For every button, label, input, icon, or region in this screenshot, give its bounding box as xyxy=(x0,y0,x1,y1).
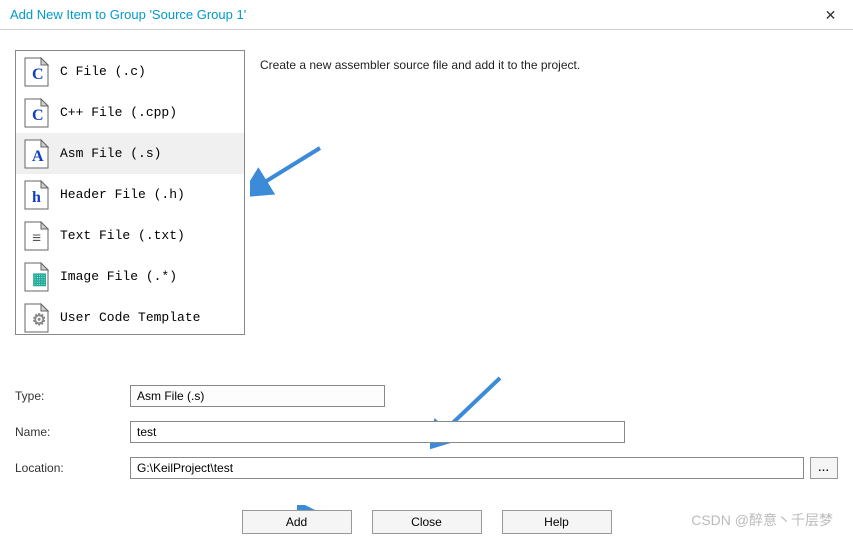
file-type-item[interactable]: C C++ File (.cpp) xyxy=(16,92,244,133)
file-type-label: Text File (.txt) xyxy=(60,228,185,243)
file-type-item[interactable]: ≡ Text File (.txt) xyxy=(16,215,244,256)
c-file-icon: C xyxy=(22,56,50,88)
name-input[interactable] xyxy=(130,421,625,443)
file-type-item[interactable]: C C File (.c) xyxy=(16,51,244,92)
svg-text:⚙: ⚙ xyxy=(32,312,46,329)
svg-text:C: C xyxy=(32,107,44,124)
file-type-label: Header File (.h) xyxy=(60,187,185,202)
svg-text:C: C xyxy=(32,66,44,83)
file-type-item[interactable]: A Asm File (.s) xyxy=(16,133,244,174)
file-type-label: C File (.c) xyxy=(60,64,146,79)
file-type-label: Asm File (.s) xyxy=(60,146,161,161)
file-type-item[interactable]: h Header File (.h) xyxy=(16,174,244,215)
annotation-arrow xyxy=(250,140,330,200)
add-button[interactable]: Add xyxy=(242,510,352,534)
asm-file-icon: A xyxy=(22,138,50,170)
dialog-content: C C File (.c) C C++ File (.cpp) A Asm Fi… xyxy=(0,30,853,544)
image-file-icon: ▦ xyxy=(22,261,50,293)
browse-button[interactable]: ... xyxy=(810,457,838,479)
svg-text:▦: ▦ xyxy=(32,271,47,288)
header-file-icon: h xyxy=(22,179,50,211)
file-type-panel: C C File (.c) C C++ File (.cpp) A Asm Fi… xyxy=(15,50,245,335)
name-row: Name: xyxy=(15,421,838,443)
template-icon: ⚙ xyxy=(22,302,50,334)
file-type-description: Create a new assembler source file and a… xyxy=(260,58,580,72)
location-row: Location: ... xyxy=(15,457,838,479)
file-type-label: Image File (.*) xyxy=(60,269,177,284)
svg-text:A: A xyxy=(32,148,44,165)
type-label: Type: xyxy=(15,389,130,403)
name-label: Name: xyxy=(15,425,130,439)
file-type-item[interactable]: ▦ Image File (.*) xyxy=(16,256,244,297)
window-title: Add New Item to Group 'Source Group 1' xyxy=(10,7,246,22)
location-input[interactable] xyxy=(130,457,804,479)
file-type-label: User Code Template xyxy=(60,310,200,325)
close-button[interactable]: Close xyxy=(372,510,482,534)
text-file-icon: ≡ xyxy=(22,220,50,252)
file-type-item[interactable]: ⚙ User Code Template xyxy=(16,297,244,338)
type-display: Asm File (.s) xyxy=(130,385,385,407)
cpp-file-icon: C xyxy=(22,97,50,129)
svg-text:≡: ≡ xyxy=(32,230,41,247)
location-label: Location: xyxy=(15,461,130,475)
file-type-list: C C File (.c) C C++ File (.cpp) A Asm Fi… xyxy=(16,51,244,338)
type-row: Type: Asm File (.s) xyxy=(15,385,838,407)
help-button[interactable]: Help xyxy=(502,510,612,534)
window-titlebar: Add New Item to Group 'Source Group 1' ✕ xyxy=(0,0,853,30)
dialog-buttons: Add Close Help xyxy=(0,510,853,534)
file-type-label: C++ File (.cpp) xyxy=(60,105,177,120)
form-area: Type: Asm File (.s) Name: Location: ... xyxy=(15,385,838,493)
close-icon: ✕ xyxy=(825,7,837,24)
svg-text:h: h xyxy=(32,189,41,206)
window-close-button[interactable]: ✕ xyxy=(808,0,853,30)
